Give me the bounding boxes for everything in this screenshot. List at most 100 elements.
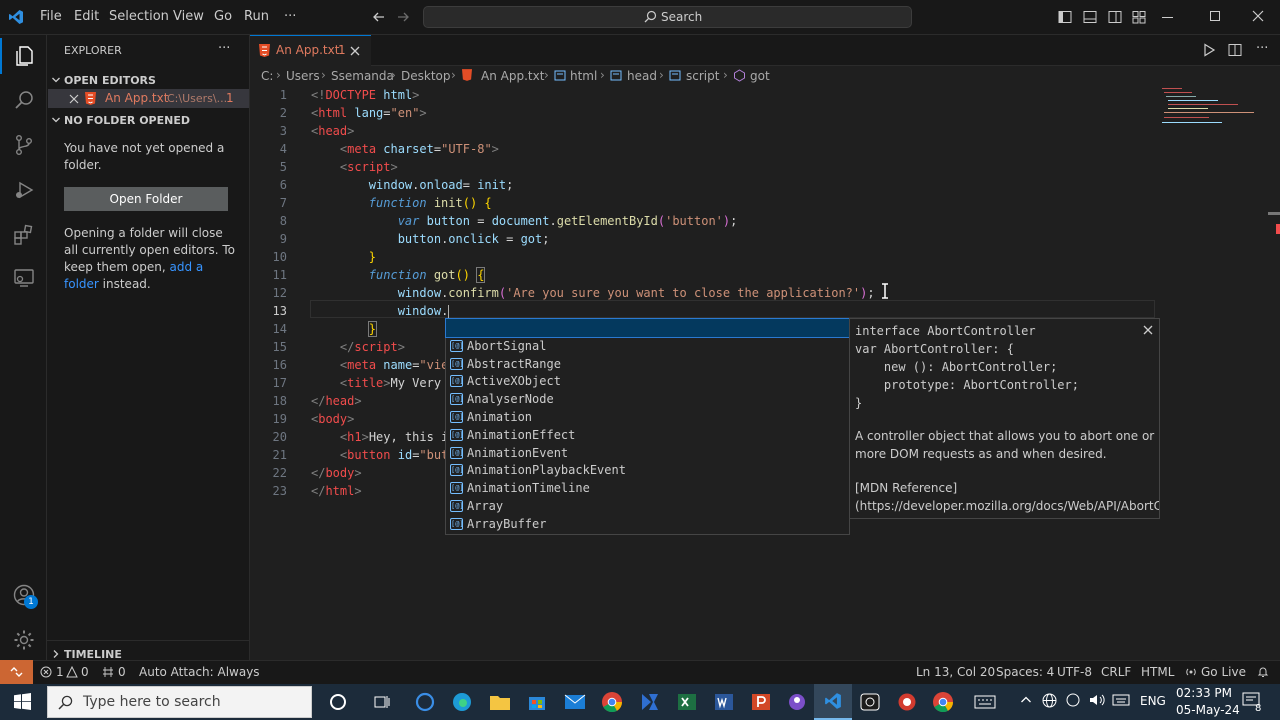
crumb-got[interactable]: got (750, 69, 770, 83)
code-line-4[interactable]: <meta charset="UTF-8"> (311, 140, 499, 158)
close-editor-icon[interactable] (69, 94, 79, 104)
power-automate-icon[interactable] (636, 688, 664, 716)
menu-more[interactable]: ··· (284, 9, 296, 24)
code-line-6[interactable]: window.onload= init; (311, 176, 514, 194)
no-folder-section-header[interactable]: NO FOLDER OPENED (51, 111, 249, 129)
code-line-7[interactable]: function init() { (311, 194, 492, 212)
crumb-ssemanda[interactable]: Ssemanda (331, 69, 394, 83)
search-view-icon[interactable] (0, 80, 47, 120)
code-line-22[interactable]: </body> (311, 464, 362, 482)
scrollbar-thumb[interactable] (1268, 212, 1280, 215)
vertical-scrollbar[interactable] (1268, 86, 1280, 660)
powerpoint-icon[interactable] (747, 688, 775, 716)
encoding[interactable]: UTF-8 (1057, 665, 1092, 679)
open-editor-item[interactable]: An App.txt C:\Users\... 1 (48, 89, 249, 108)
maximize-icon[interactable] (1210, 11, 1220, 21)
menu-file[interactable]: File (40, 9, 62, 24)
menu-go[interactable]: Go (214, 9, 232, 24)
language-mode[interactable]: HTML (1141, 665, 1174, 679)
code-line-18[interactable]: </head> (311, 392, 362, 410)
keyboard-icon[interactable] (971, 688, 999, 716)
suggestion-item[interactable]: [@] AnimationEvent (447, 444, 849, 462)
code-line-15[interactable]: </script> (311, 338, 405, 356)
code-line-3[interactable]: <head> (311, 122, 354, 140)
explorer-more-actions[interactable]: ··· (218, 41, 230, 56)
taskbar-search-box[interactable]: Type here to search (47, 686, 312, 718)
code-line-8[interactable]: var button = document.getElementById('bu… (311, 212, 738, 230)
error-count[interactable]: 1 (56, 665, 64, 679)
close-window-icon[interactable] (1252, 10, 1264, 22)
toggle-secondary-sidebar-icon[interactable] (1108, 10, 1122, 24)
crumb-html[interactable]: html (570, 69, 597, 83)
manage-gear-icon[interactable] (0, 620, 47, 660)
extensions-icon[interactable] (0, 215, 47, 255)
cursor-position[interactable]: Ln 13, Col 20 (916, 665, 995, 679)
file-explorer-icon[interactable] (486, 688, 514, 716)
suggestion-item[interactable]: [@] AnalyserNode (447, 390, 849, 408)
code-line-16[interactable]: <meta name="vie (311, 356, 448, 374)
code-line-10[interactable]: } (311, 248, 376, 266)
suggestion-item[interactable]: [@] AbortSignal (447, 337, 849, 355)
mail-icon[interactable] (561, 688, 589, 716)
run-debug-icon[interactable] (0, 170, 47, 210)
touch-keyboard-icon[interactable] (1112, 694, 1130, 706)
code-line-21[interactable]: <button id="but (311, 446, 448, 464)
app-purple-icon[interactable] (783, 688, 811, 716)
source-control-icon[interactable] (0, 125, 47, 165)
open-folder-button[interactable]: Open Folder (64, 187, 228, 211)
clock-time[interactable]: 02:33 PM (1176, 686, 1232, 700)
code-line-17[interactable]: <title>My Very (311, 374, 441, 392)
code-line-2[interactable]: <html lang="en"> (311, 104, 427, 122)
code-line-23[interactable]: </html> (311, 482, 362, 500)
code-line-14[interactable]: } (311, 320, 378, 338)
remote-explorer-icon[interactable] (0, 258, 47, 298)
crumb-users[interactable]: Users (286, 69, 320, 83)
minimize-icon[interactable] (1162, 17, 1173, 18)
menu-view[interactable]: View (173, 9, 204, 24)
network-globe-icon[interactable] (1042, 693, 1057, 708)
volume-icon[interactable] (1089, 693, 1105, 707)
toggle-panel-icon[interactable] (1083, 10, 1097, 24)
crumb-file[interactable]: An App.txt (481, 69, 544, 83)
go-live-button[interactable]: Go Live (1201, 665, 1246, 679)
suggestion-item[interactable]: [@] AnimationTimeline (447, 479, 849, 497)
forward-arrow-icon[interactable] (396, 10, 410, 24)
input-language[interactable]: ENG (1140, 694, 1166, 708)
word-icon[interactable] (710, 688, 738, 716)
code-line-1[interactable]: <!DOCTYPE html> (311, 86, 419, 104)
screenshot-app-icon[interactable] (856, 688, 884, 716)
suggestion-item[interactable]: [@] ArrayBuffer (447, 515, 849, 533)
warning-count[interactable]: 0 (81, 665, 89, 679)
windows-start-icon[interactable] (14, 693, 31, 710)
recorder-icon[interactable] (893, 688, 921, 716)
customize-layout-icon[interactable] (1132, 10, 1146, 24)
explorer-icon[interactable] (0, 36, 47, 76)
cortana-circle-icon[interactable] (411, 688, 439, 716)
split-editor-icon[interactable] (1228, 43, 1242, 57)
code-line-11[interactable]: function got() { (311, 266, 486, 284)
chrome-icon[interactable] (598, 688, 626, 716)
suggestion-item[interactable]: [@] AnimationEffect (447, 426, 849, 444)
ports-count[interactable]: 0 (118, 665, 126, 679)
crumb-head[interactable]: head (627, 69, 657, 83)
code-line-13[interactable]: window. (311, 302, 450, 320)
editor-more-actions[interactable]: ··· (1256, 41, 1268, 56)
toggle-primary-sidebar-icon[interactable] (1058, 10, 1072, 24)
code-line-5[interactable]: <script> (311, 158, 398, 176)
chrome-icon-2[interactable] (929, 688, 957, 716)
code-line-20[interactable]: <h1>Hey, this i (311, 428, 448, 446)
notifications-bell-icon[interactable] (1257, 666, 1269, 678)
tab-an-app[interactable]: An App.txt 1 (250, 35, 371, 66)
edge-icon[interactable] (448, 688, 476, 716)
menu-edit[interactable]: Edit (74, 9, 99, 24)
suggestion-item[interactable]: [@] Animation (447, 408, 849, 426)
open-editors-section-header[interactable]: OPEN EDITORS (51, 71, 249, 89)
clock-date[interactable]: 05-May-24 (1176, 703, 1240, 717)
cortana-icon[interactable] (324, 688, 352, 716)
crumb-drive[interactable]: C: (261, 69, 273, 83)
suggestion-item[interactable]: [@] AbstractRange (447, 355, 849, 373)
auto-attach-status[interactable]: Auto Attach: Always (139, 665, 260, 679)
end-of-line[interactable]: CRLF (1101, 665, 1131, 679)
task-view-icon[interactable] (368, 688, 396, 716)
close-details-icon[interactable] (1143, 325, 1153, 335)
